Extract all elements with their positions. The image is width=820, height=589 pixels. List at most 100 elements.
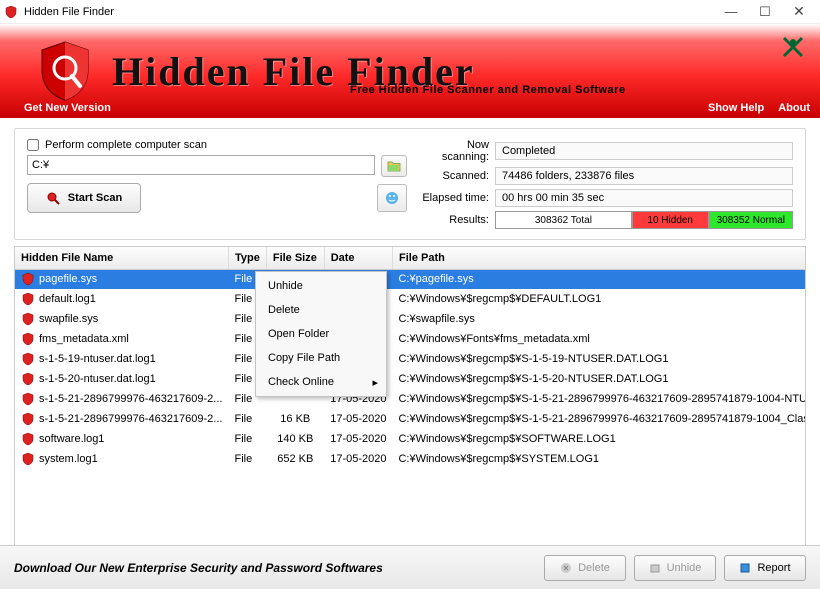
ctx-check-online[interactable]: Check Online▸: [256, 370, 386, 394]
cell-type: File: [228, 409, 266, 429]
crossed-swords-icon: [780, 34, 806, 60]
file-shield-icon: [21, 452, 35, 466]
table-row[interactable]: s-1-5-21-2896799976-463217609-2...File17…: [15, 389, 806, 409]
cell-path: C:¥Windows¥$regcmp$¥SYSTEM.LOG1: [392, 449, 806, 469]
scanned-label: Scanned:: [419, 170, 495, 182]
start-scan-button[interactable]: Start Scan: [27, 183, 141, 213]
scanned-value: 74486 folders, 233876 files: [495, 167, 793, 185]
context-menu: Unhide Delete Open Folder Copy File Path…: [255, 271, 387, 397]
cell-name: pagefile.sys: [39, 273, 97, 285]
cell-path: C:¥pagefile.sys: [392, 269, 806, 289]
unhide-icon: [649, 562, 661, 574]
table-row[interactable]: default.log1File17-05-2020C:¥Windows¥$re…: [15, 289, 806, 309]
cell-path: C:¥Windows¥Fonts¥fms_metadata.xml: [392, 329, 806, 349]
browse-folder-button[interactable]: [381, 155, 407, 177]
cell-name: s-1-5-20-ntuser.dat.log1: [39, 373, 156, 385]
results-table-wrap: Hidden File Name Type File Size Date Fil…: [14, 246, 806, 566]
col-date[interactable]: Date: [324, 247, 392, 269]
footer-message[interactable]: Download Our New Enterprise Security and…: [14, 561, 536, 575]
cell-name: swapfile.sys: [39, 313, 98, 325]
table-header-row: Hidden File Name Type File Size Date Fil…: [15, 247, 806, 269]
window-title: Hidden File Finder: [24, 6, 714, 18]
report-icon: [739, 562, 751, 574]
results-normal: 308352 Normal: [709, 211, 793, 229]
cell-size: 652 KB: [266, 449, 324, 469]
col-path[interactable]: File Path: [392, 247, 806, 269]
path-input[interactable]: [27, 155, 375, 175]
close-button[interactable]: ✕: [782, 3, 816, 20]
cell-path: C:¥Windows¥$regcmp$¥S-1-5-21-2896799976-…: [392, 409, 806, 429]
minimize-button[interactable]: —: [714, 4, 748, 19]
cell-type: File: [228, 449, 266, 469]
footer: Download Our New Enterprise Security and…: [0, 545, 820, 589]
titlebar: Hidden File Finder — ☐ ✕: [0, 0, 820, 24]
file-shield-icon: [21, 412, 35, 426]
cell-name: fms_metadata.xml: [39, 333, 129, 345]
col-type[interactable]: Type: [228, 247, 266, 269]
cell-name: s-1-5-19-ntuser.dat.log1: [39, 353, 156, 365]
magnifier-icon: [46, 191, 60, 205]
ctx-unhide[interactable]: Unhide: [256, 274, 386, 298]
results-table: Hidden File Name Type File Size Date Fil…: [15, 247, 806, 469]
header: Hidden File Finder Free Hidden File Scan…: [0, 24, 820, 118]
cell-date: 17-05-2020: [324, 429, 392, 449]
file-shield-icon: [21, 332, 35, 346]
cell-size: 140 KB: [266, 429, 324, 449]
file-shield-icon: [21, 312, 35, 326]
cell-date: 17-05-2020: [324, 409, 392, 429]
cell-path: C:¥Windows¥$regcmp$¥S-1-5-21-2896799976-…: [392, 389, 806, 409]
table-row[interactable]: software.log1 File140 KB17-05-2020C:¥Wind…: [15, 429, 806, 449]
unhide-button[interactable]: Unhide: [634, 555, 716, 581]
about-link[interactable]: About: [778, 102, 810, 114]
maximize-button[interactable]: ☐: [748, 4, 782, 20]
file-shield-icon: [21, 432, 35, 446]
cell-name: s-1-5-21-2896799976-463217609-2...: [39, 393, 222, 405]
file-shield-icon: [21, 392, 35, 406]
cell-size: 16 KB: [266, 409, 324, 429]
link-bar: Get New Version Show Help About: [0, 102, 820, 116]
complete-scan-checkbox-row[interactable]: Perform complete computer scan: [27, 139, 407, 151]
elapsed-value: 00 hrs 00 min 35 sec: [495, 189, 793, 207]
submenu-arrow-icon: ▸: [372, 376, 378, 389]
cell-path: C:¥Windows¥$regcmp$¥S-1-5-19-NTUSER.DAT.…: [392, 349, 806, 369]
table-row[interactable]: pagefile.sysFileUnknownC:¥pagefile.sys: [15, 269, 806, 289]
file-shield-icon: [21, 292, 35, 306]
col-size[interactable]: File Size: [266, 247, 324, 269]
results-hidden: 10 Hidden: [632, 211, 709, 229]
file-shield-icon: [21, 272, 35, 286]
controls-panel: Perform complete computer scan Start Sca…: [14, 128, 806, 240]
table-row[interactable]: swapfile.sysFileC:¥swapfile.sys: [15, 309, 806, 329]
cell-name: s-1-5-21-2896799976-463217609-2...: [39, 413, 222, 425]
file-shield-icon: [21, 352, 35, 366]
delete-button[interactable]: Delete: [544, 555, 626, 581]
cell-path: C:¥Windows¥$regcmp$¥S-1-5-20-NTUSER.DAT.…: [392, 369, 806, 389]
ctx-delete[interactable]: Delete: [256, 298, 386, 322]
now-scanning-value: Completed: [495, 142, 793, 160]
complete-scan-checkbox[interactable]: [27, 139, 39, 151]
cell-date: 17-05-2020: [324, 449, 392, 469]
cell-name: system.log1: [39, 453, 98, 465]
get-new-version-link[interactable]: Get New Version: [24, 102, 694, 114]
table-row[interactable]: fms_metadata.xmlFile19-03-2019C:¥Windows…: [15, 329, 806, 349]
show-help-link[interactable]: Show Help: [708, 102, 764, 114]
cell-path: C:¥Windows¥$regcmp$¥SOFTWARE.LOG1: [392, 429, 806, 449]
settings-button[interactable]: [377, 184, 407, 212]
cell-name: default.log1: [39, 293, 96, 305]
cell-name: software.log1: [39, 433, 104, 445]
ctx-open-folder[interactable]: Open Folder: [256, 322, 386, 346]
app-icon: [4, 5, 18, 19]
now-scanning-label: Now scanning:: [419, 139, 495, 163]
report-button[interactable]: Report: [724, 555, 806, 581]
table-row[interactable]: system.log1 File652 KB17-05-2020C:¥Window…: [15, 449, 806, 469]
elapsed-label: Elapsed time:: [419, 192, 495, 204]
table-row[interactable]: s-1-5-20-ntuser.dat.log1File17-05-2020C:…: [15, 369, 806, 389]
ctx-copy-file-path[interactable]: Copy File Path: [256, 346, 386, 370]
table-row[interactable]: s-1-5-19-ntuser.dat.log1File17-05-2020C:…: [15, 349, 806, 369]
complete-scan-label: Perform complete computer scan: [45, 139, 207, 151]
cell-path: C:¥Windows¥$regcmp$¥DEFAULT.LOG1: [392, 289, 806, 309]
col-name[interactable]: Hidden File Name: [15, 247, 228, 269]
table-row[interactable]: s-1-5-21-2896799976-463217609-2... File16…: [15, 409, 806, 429]
cell-type: File: [228, 429, 266, 449]
shield-logo-icon: [36, 40, 94, 102]
delete-icon: [560, 562, 572, 574]
